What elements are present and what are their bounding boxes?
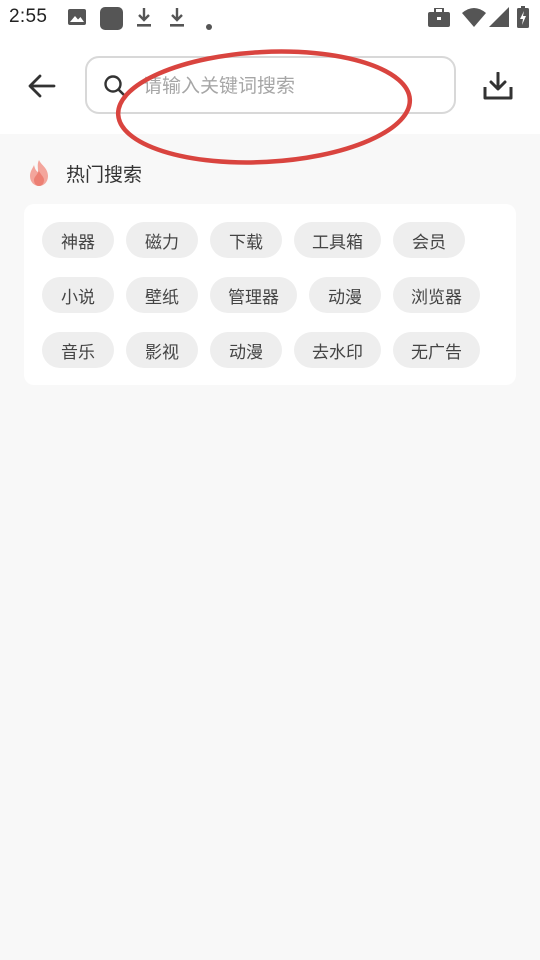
hot-tags-card: 神器 磁力 下载 工具箱 会员 小说 壁纸 管理器 动漫 浏览器 音乐 影视 动… <box>24 204 516 385</box>
hot-search-header: 热门搜索 <box>26 158 142 188</box>
status-bar: 2:55 <box>0 0 540 36</box>
arrow-left-icon <box>28 74 56 98</box>
wifi-icon <box>462 8 486 31</box>
hot-tag[interactable]: 神器 <box>42 222 114 258</box>
hot-tag[interactable]: 无广告 <box>393 332 480 368</box>
hot-tag[interactable]: 小说 <box>42 277 114 313</box>
search-header <box>0 36 540 134</box>
download-arrow-icon <box>169 7 185 32</box>
download-button[interactable] <box>478 66 518 106</box>
search-input[interactable] <box>143 68 443 104</box>
download-tray-icon <box>483 72 513 100</box>
battery-charging-icon <box>517 6 529 32</box>
back-button[interactable] <box>22 66 62 106</box>
flame-icon <box>30 160 48 186</box>
hot-tag[interactable]: 音乐 <box>42 332 114 368</box>
status-time: 2:55 <box>9 6 48 27</box>
briefcase-icon <box>428 7 450 31</box>
hot-tag[interactable]: 浏览器 <box>393 277 480 313</box>
hot-tag[interactable]: 管理器 <box>210 277 297 313</box>
app-square-icon <box>100 7 123 34</box>
search-icon <box>103 74 127 102</box>
hot-tag[interactable]: 下载 <box>210 222 282 258</box>
signal-icon <box>489 7 509 31</box>
hot-tag[interactable]: 壁纸 <box>126 277 198 313</box>
search-box[interactable] <box>85 56 456 114</box>
hot-tag[interactable]: 影视 <box>126 332 198 368</box>
hot-tag[interactable]: 动漫 <box>210 332 282 368</box>
hot-tag[interactable]: 磁力 <box>126 222 198 258</box>
hot-tag[interactable]: 动漫 <box>309 277 381 313</box>
hot-search-title: 热门搜索 <box>66 163 143 186</box>
hot-tag[interactable]: 工具箱 <box>294 222 381 258</box>
dot-icon <box>206 15 212 34</box>
hot-tag[interactable]: 去水印 <box>294 332 381 368</box>
image-icon <box>68 9 86 29</box>
hot-tag[interactable]: 会员 <box>393 222 465 258</box>
download-arrow-icon <box>136 7 152 32</box>
